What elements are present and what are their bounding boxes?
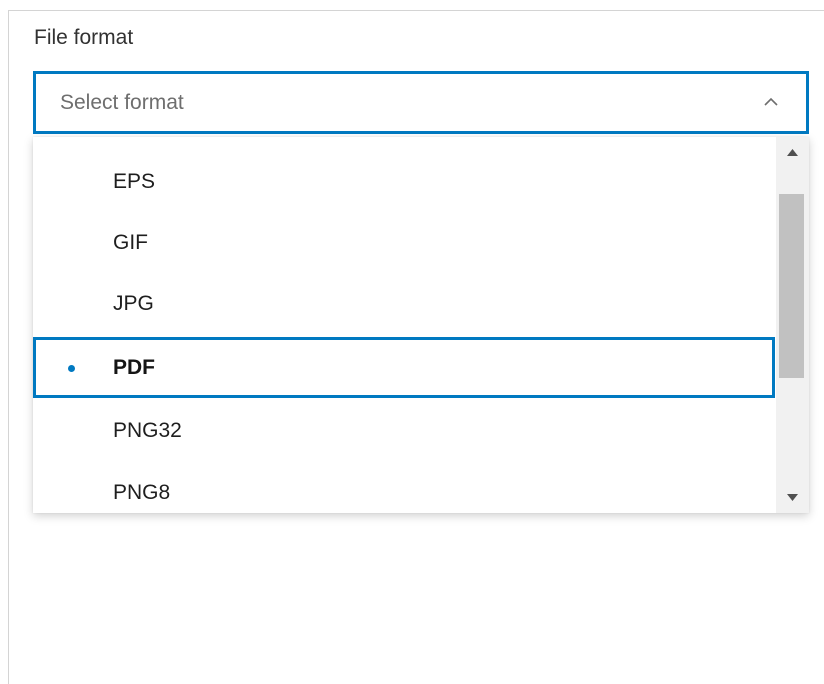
file-format-label: File format [34,26,134,49]
option-label: PNG8 [113,480,171,504]
triangle-up-icon[interactable] [776,137,809,167]
option-label: PDF [113,355,155,379]
select-placeholder: Select format [60,91,184,114]
format-dropdown-list: EPS GIF JPG PDF PNG32 PNG8 [33,137,809,513]
option-gif[interactable]: GIF [33,212,775,273]
chevron-up-icon [764,97,778,106]
option-label: EPS [113,169,156,193]
dropdown-scrollbar[interactable] [776,137,809,513]
option-label: JPG [113,291,154,315]
option-png8[interactable]: PNG8 [33,462,775,513]
triangle-down-icon[interactable] [776,483,809,513]
option-png32[interactable]: PNG32 [33,400,775,461]
option-eps[interactable]: EPS [33,151,775,212]
bullet-dot-icon [68,364,75,372]
file-format-select[interactable]: Select format [33,71,809,134]
options-list: EPS GIF JPG PDF PNG32 PNG8 [33,137,775,513]
option-label: PNG32 [113,418,182,442]
option-pdf[interactable]: PDF [33,337,775,398]
option-jpg[interactable]: JPG [33,273,775,334]
option-label: GIF [113,230,148,254]
scroll-thumb[interactable] [779,194,804,378]
